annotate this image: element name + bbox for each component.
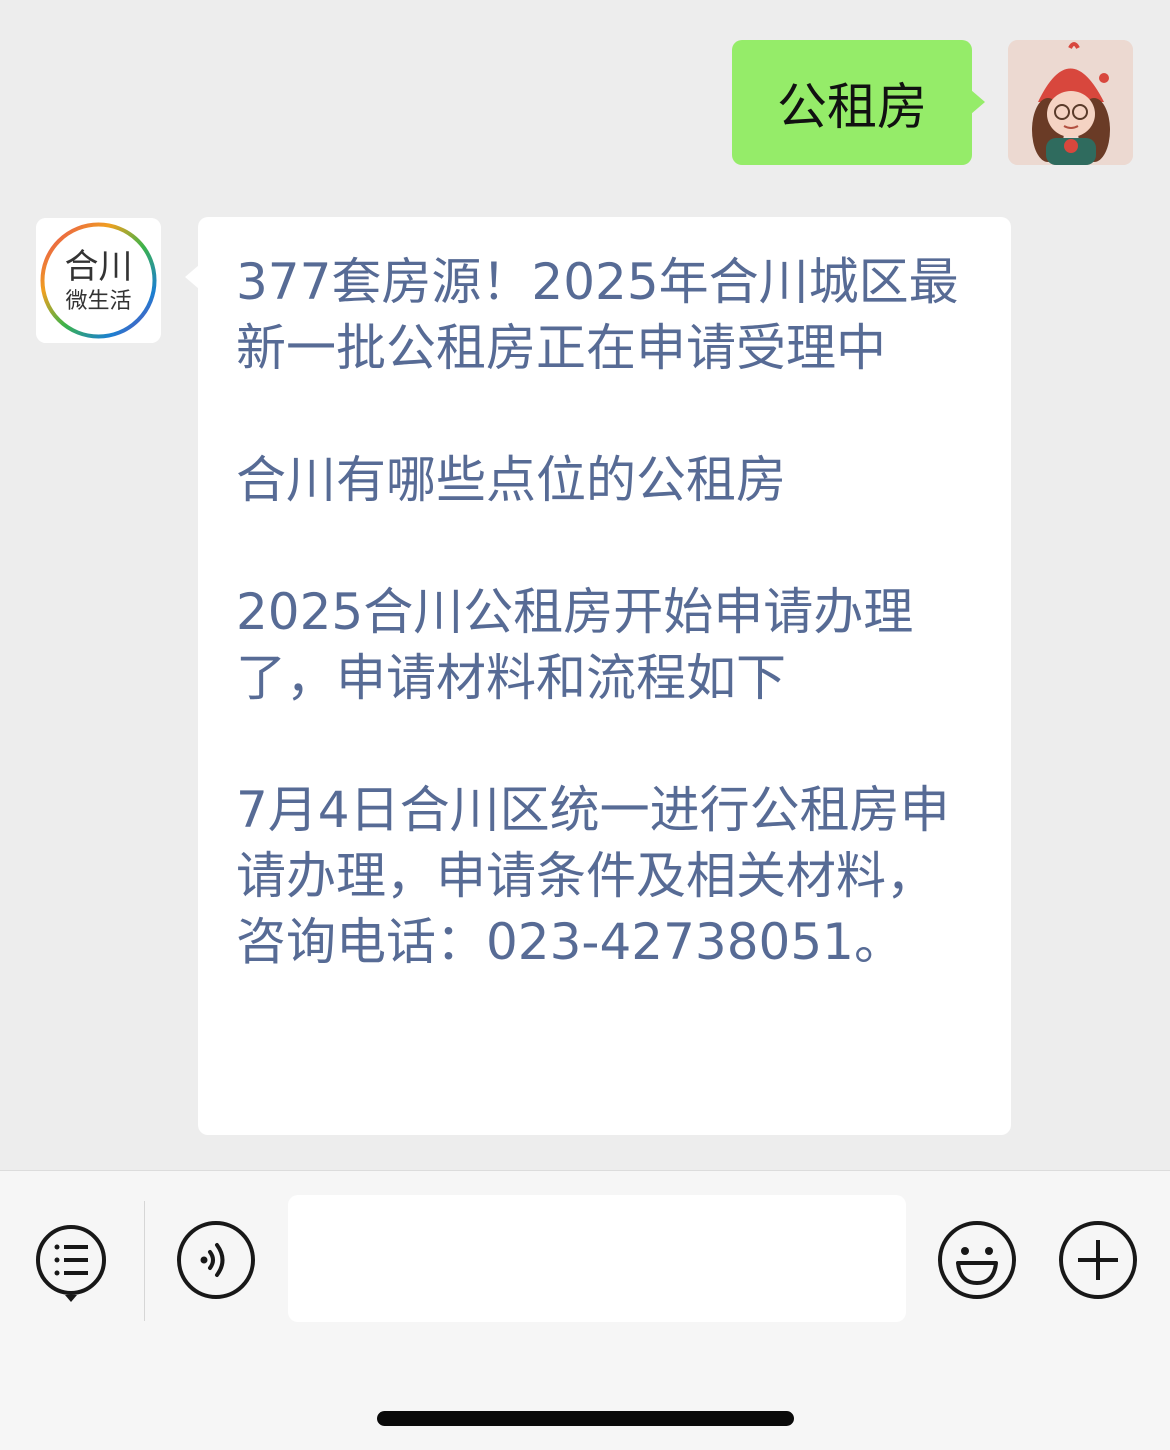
incoming-message-bubble[interactable]: 377套房源！2025年合川城区最新一批公租房正在申请受理中 合川有哪些点位的公… [185, 217, 1011, 1135]
svg-text:微生活: 微生活 [65, 289, 131, 314]
user-avatar-illustration [1008, 40, 1133, 165]
message-paragraph[interactable]: 7月4日合川区统一进行公租房申请办理，申请条件及相关材料，咨询电话：023-42… [236, 777, 981, 975]
message-paragraph[interactable]: 377套房源！2025年合川城区最新一批公租房正在申请受理中 [236, 249, 981, 381]
chat-area: 公租房 合川 微生活 377套房源！2025年合川城区最新一批公租房正在申请受理… [0, 0, 1170, 1170]
home-indicator[interactable] [377, 1411, 794, 1426]
message-paragraph[interactable]: 合川有哪些点位的公租房 [236, 447, 981, 513]
divider [144, 1201, 145, 1321]
svg-text:合川: 合川 [65, 247, 133, 287]
outgoing-message-text: 公租房 [777, 77, 927, 136]
message-input[interactable] [288, 1195, 906, 1322]
hechuan-logo-icon: 合川 微生活 [36, 218, 161, 343]
menu-list-icon [36, 1225, 106, 1302]
voice-icon [177, 1221, 255, 1299]
emoji-icon [938, 1221, 1016, 1299]
message-paragraph[interactable]: 2025合川公租房开始申请办理了，申请材料和流程如下 [236, 579, 981, 711]
emoji-button[interactable] [936, 1219, 1018, 1301]
user-avatar[interactable] [1008, 40, 1133, 165]
official-account-avatar[interactable]: 合川 微生活 [36, 218, 161, 343]
voice-button[interactable] [175, 1219, 257, 1301]
input-bar [0, 1170, 1170, 1450]
outgoing-message-bubble[interactable]: 公租房 [732, 40, 985, 165]
more-button[interactable] [1057, 1219, 1139, 1301]
menu-button[interactable] [30, 1219, 112, 1302]
plus-icon [1059, 1221, 1137, 1299]
